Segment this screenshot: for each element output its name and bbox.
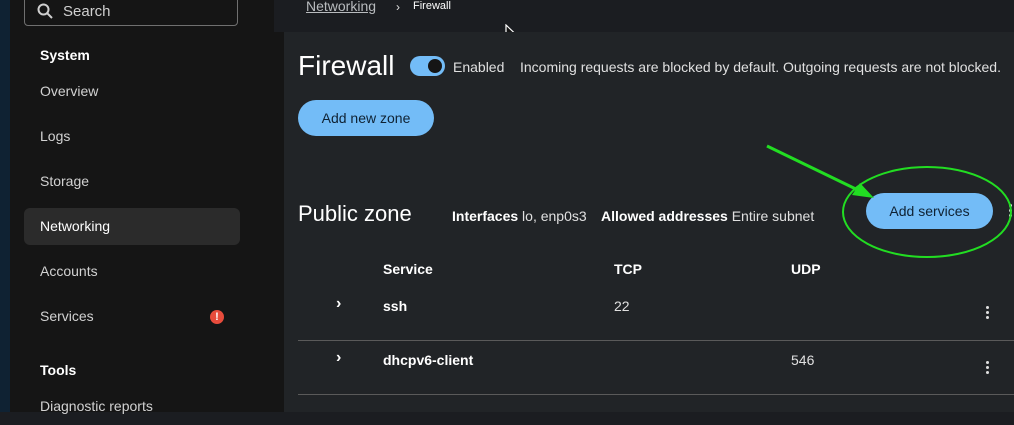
sidebar-item-networking[interactable]: Networking xyxy=(24,208,240,245)
interfaces-value: lo, enp0s3 xyxy=(522,208,587,224)
search-input[interactable]: Search xyxy=(24,0,238,26)
service-name: dhcpv6-client xyxy=(383,352,474,368)
zone-interfaces: Interfaces lo, enp0s3 xyxy=(452,208,587,224)
page-title: Firewall xyxy=(298,50,395,81)
sidebar-group-tools: Tools xyxy=(40,362,77,378)
service-tcp: 22 xyxy=(614,298,630,314)
search-icon xyxy=(37,3,53,19)
sidebar-item-diagnostic-reports[interactable]: Diagnostic reports xyxy=(24,388,240,425)
search-placeholder: Search xyxy=(63,3,111,20)
desktop-edge xyxy=(0,0,10,412)
expand-row-chevron-icon[interactable]: › xyxy=(336,295,341,313)
sidebar-item-label: Services xyxy=(40,308,94,324)
add-services-button[interactable]: Add services xyxy=(866,193,993,229)
expand-row-chevron-icon[interactable]: › xyxy=(336,349,341,367)
sidebar-item-overview[interactable]: Overview xyxy=(24,73,240,110)
column-header-udp: UDP xyxy=(791,261,821,277)
zone-kebab-menu-icon[interactable] xyxy=(1009,204,1013,219)
sidebar-item-label: Networking xyxy=(40,218,111,234)
firewall-description: Incoming requests are blocked by default… xyxy=(520,59,1001,75)
row-kebab-menu-icon[interactable] xyxy=(986,361,990,376)
breadcrumb-current: Firewall xyxy=(413,0,451,12)
column-header-service[interactable]: Service xyxy=(383,261,433,277)
allowed-addresses-value: Entire subnet xyxy=(731,208,815,224)
row-divider xyxy=(298,340,1014,341)
breadcrumb-bar xyxy=(274,0,1014,32)
sidebar-item-label: Storage xyxy=(40,173,90,189)
sidebar-item-storage[interactable]: Storage xyxy=(24,163,240,200)
sidebar-item-logs[interactable]: Logs xyxy=(24,118,240,155)
zone-title: Public zone xyxy=(298,201,412,226)
sidebar-item-services[interactable]: Services ! xyxy=(24,298,240,335)
service-name: ssh xyxy=(383,298,408,314)
add-new-zone-button[interactable]: Add new zone xyxy=(298,100,434,136)
sidebar-item-label: Accounts xyxy=(40,263,98,279)
alert-icon: ! xyxy=(210,310,224,324)
interfaces-label: Interfaces xyxy=(452,208,519,224)
sidebar-group-system: System xyxy=(40,47,90,63)
sidebar-item-label: Logs xyxy=(40,128,71,144)
toggle-label: Enabled xyxy=(453,59,505,75)
allowed-addresses-label: Allowed addresses xyxy=(601,208,728,224)
row-divider xyxy=(298,394,1014,395)
breadcrumb-networking-link[interactable]: Networking xyxy=(306,0,376,14)
column-header-tcp: TCP xyxy=(614,261,642,277)
firewall-enabled-toggle[interactable] xyxy=(410,56,445,76)
zone-allowed-addresses: Allowed addresses Entire subnet xyxy=(601,208,814,224)
service-udp: 546 xyxy=(791,352,815,368)
sidebar-item-accounts[interactable]: Accounts xyxy=(24,253,240,290)
row-kebab-menu-icon[interactable] xyxy=(986,306,990,321)
chevron-right-icon: › xyxy=(396,0,400,14)
sidebar-item-label: Overview xyxy=(40,83,99,99)
